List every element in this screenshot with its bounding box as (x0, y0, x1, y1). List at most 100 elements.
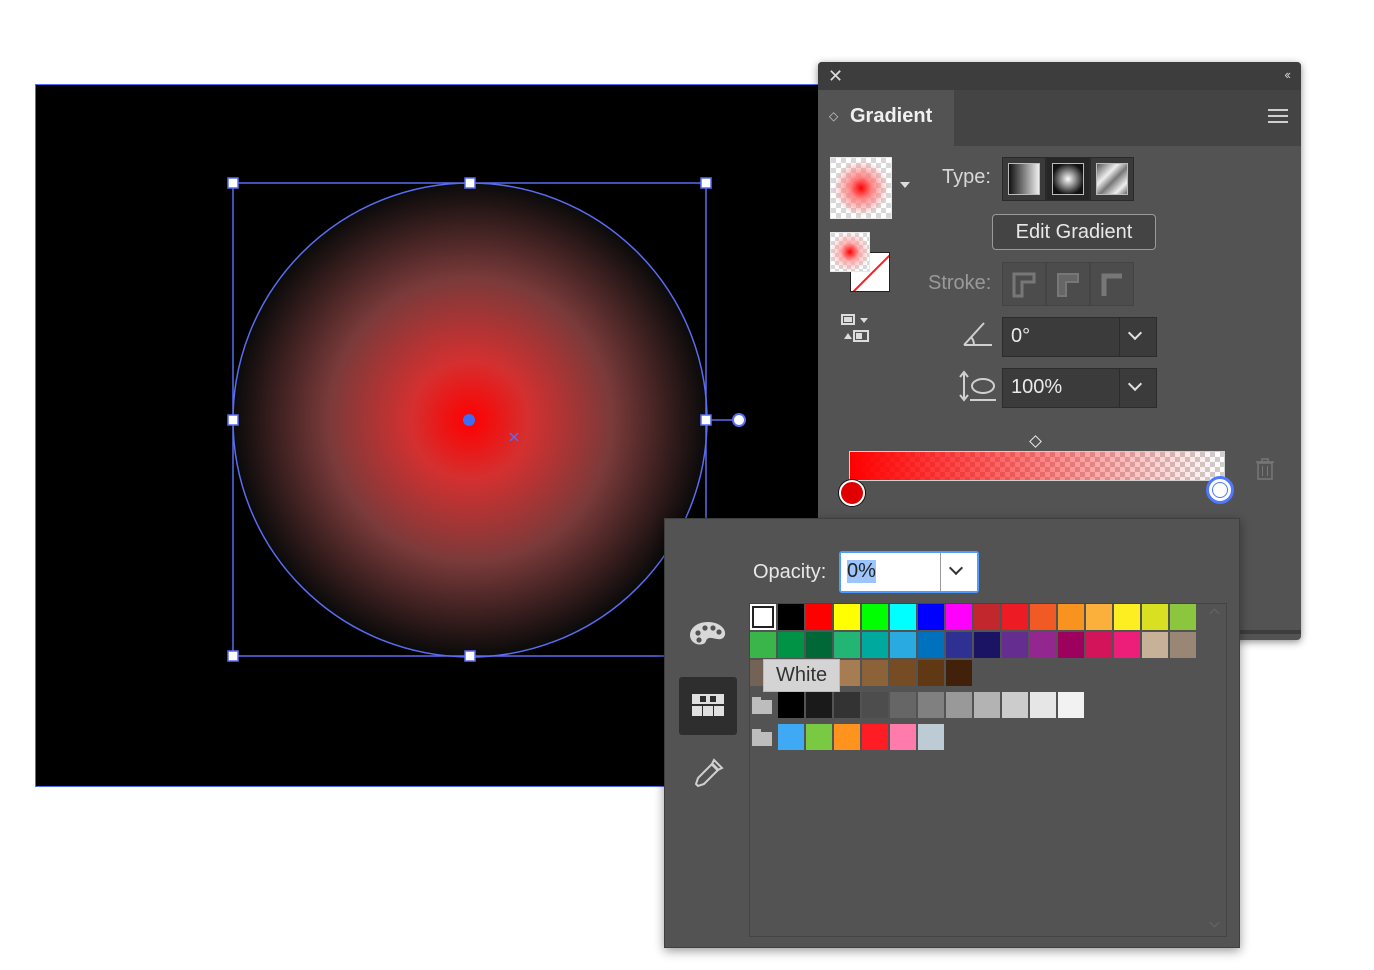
opacity-dropdown[interactable] (940, 553, 977, 591)
color-swatch[interactable] (918, 692, 944, 718)
color-swatch[interactable] (806, 604, 832, 630)
radial-gradient-button[interactable] (1046, 157, 1090, 201)
color-swatch[interactable] (1086, 604, 1112, 630)
color-mode-button[interactable] (679, 605, 737, 663)
color-swatch[interactable] (1030, 692, 1056, 718)
color-swatch[interactable] (834, 632, 860, 658)
color-swatch[interactable] (1002, 632, 1028, 658)
color-swatch[interactable] (1114, 632, 1140, 658)
fill-swatch[interactable] (830, 232, 870, 272)
color-swatch[interactable] (750, 632, 776, 658)
hamburger-menu-icon[interactable] (1268, 109, 1288, 127)
color-swatch[interactable] (974, 632, 1000, 658)
panel-title-bar[interactable]: ✕ ‹‹ (818, 62, 1301, 90)
color-swatch[interactable] (918, 632, 944, 658)
color-swatch[interactable] (890, 692, 916, 718)
color-swatch[interactable] (974, 604, 1000, 630)
gradient-center-point[interactable] (463, 414, 475, 426)
linear-gradient-button[interactable] (1002, 157, 1046, 201)
angle-field[interactable]: 0° (1002, 317, 1157, 357)
gradient-midpoint-diamond[interactable] (1029, 435, 1042, 448)
trash-icon[interactable] (1255, 458, 1275, 480)
resize-handle-t[interactable] (464, 177, 476, 189)
stroke-across-button[interactable] (1090, 262, 1134, 306)
color-swatch[interactable] (778, 692, 804, 718)
color-swatch[interactable] (834, 692, 860, 718)
color-swatch[interactable] (862, 604, 888, 630)
color-swatch[interactable] (862, 660, 888, 686)
close-icon[interactable]: ✕ (828, 66, 843, 86)
color-swatch[interactable] (1058, 632, 1084, 658)
color-swatch[interactable] (1170, 632, 1196, 658)
palette-icon (690, 622, 726, 645)
aspect-ratio-field[interactable]: 100% (1002, 368, 1157, 408)
color-swatch[interactable] (946, 632, 972, 658)
resize-handle-tl[interactable] (227, 177, 239, 189)
swatches-list[interactable] (749, 603, 1227, 937)
stroke-along-button[interactable] (1046, 262, 1090, 306)
gradient-slider-bar[interactable] (849, 451, 1225, 481)
gradient-radius-handle[interactable] (732, 413, 746, 427)
scroll-up-icon[interactable] (1209, 608, 1220, 619)
color-swatch[interactable] (862, 632, 888, 658)
color-swatch[interactable] (1086, 632, 1112, 658)
color-swatch[interactable] (834, 724, 860, 750)
color-swatch[interactable] (1170, 604, 1196, 630)
color-swatch[interactable] (1030, 604, 1056, 630)
color-swatch[interactable] (1030, 632, 1056, 658)
color-swatch[interactable] (890, 632, 916, 658)
color-swatch[interactable] (1058, 692, 1084, 718)
opacity-input[interactable]: 0% (841, 553, 941, 591)
color-swatch[interactable] (974, 692, 1000, 718)
color-swatch[interactable] (806, 724, 832, 750)
color-swatch[interactable] (1002, 692, 1028, 718)
color-swatch[interactable] (750, 604, 776, 630)
color-swatch[interactable] (1002, 604, 1028, 630)
swatch-group-folder-icon[interactable] (750, 724, 774, 750)
color-swatch[interactable] (946, 660, 972, 686)
color-swatch[interactable] (1114, 604, 1140, 630)
color-swatch[interactable] (890, 660, 916, 686)
tab-gradient[interactable]: ◇ Gradient (818, 90, 954, 146)
color-swatch[interactable] (946, 604, 972, 630)
resize-handle-r[interactable] (700, 414, 712, 426)
color-swatch[interactable] (806, 632, 832, 658)
freeform-gradient-button[interactable] (1090, 157, 1134, 201)
color-swatch[interactable] (778, 724, 804, 750)
gradient-stop-white[interactable] (1206, 476, 1234, 504)
double-chevron-left-icon[interactable]: ‹‹ (1284, 67, 1291, 82)
angle-dropdown[interactable] (1119, 318, 1156, 356)
color-swatch[interactable] (778, 632, 804, 658)
eyedropper-button[interactable] (679, 745, 737, 803)
resize-handle-b[interactable] (464, 650, 476, 662)
color-swatch[interactable] (890, 604, 916, 630)
color-swatch[interactable] (862, 692, 888, 718)
aspect-ratio-dropdown[interactable] (1119, 369, 1156, 407)
color-swatch[interactable] (946, 692, 972, 718)
color-swatch[interactable] (918, 660, 944, 686)
tab-toggle-icon[interactable]: ◇ (829, 109, 838, 123)
color-swatch[interactable] (862, 724, 888, 750)
color-swatch[interactable] (1058, 604, 1084, 630)
color-swatch[interactable] (890, 724, 916, 750)
swatch-group-folder-icon[interactable] (750, 692, 774, 718)
color-swatch[interactable] (1142, 632, 1168, 658)
resize-handle-tr[interactable] (700, 177, 712, 189)
stroke-within-button[interactable] (1002, 262, 1046, 306)
gradient-stop-red[interactable] (839, 480, 865, 506)
color-swatch[interactable] (918, 604, 944, 630)
chevron-down-icon[interactable] (900, 182, 910, 188)
swatches-mode-button[interactable] (679, 677, 737, 735)
color-swatch[interactable] (806, 692, 832, 718)
resize-handle-l[interactable] (227, 414, 239, 426)
color-swatch[interactable] (1142, 604, 1168, 630)
edit-gradient-button[interactable]: Edit Gradient (992, 214, 1156, 250)
color-swatch[interactable] (778, 604, 804, 630)
color-swatch[interactable] (918, 724, 944, 750)
reverse-gradient-icon[interactable] (840, 312, 872, 344)
gradient-preview-swatch[interactable] (830, 157, 892, 219)
scroll-down-icon[interactable] (1209, 917, 1220, 928)
opacity-field[interactable]: 0% (839, 551, 979, 593)
resize-handle-bl[interactable] (227, 650, 239, 662)
color-swatch[interactable] (834, 604, 860, 630)
